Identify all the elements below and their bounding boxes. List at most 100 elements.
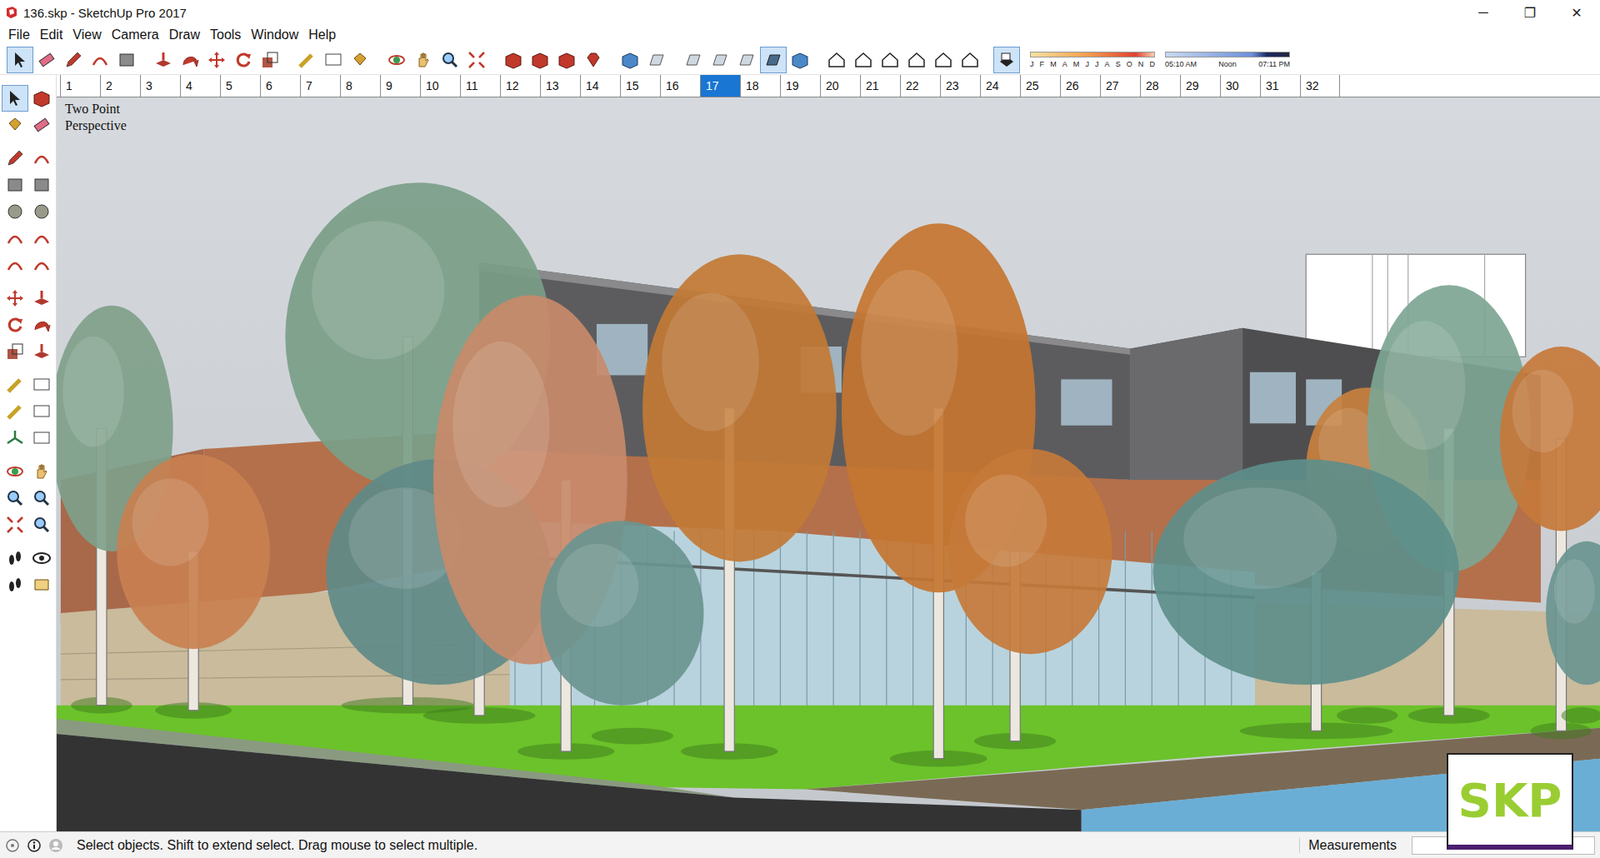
tool-button[interactable] xyxy=(1,285,29,312)
tool-button[interactable] xyxy=(113,46,140,74)
tool-button[interactable] xyxy=(230,46,257,74)
tool-button[interactable] xyxy=(293,46,320,74)
scene-tab[interactable]: 26 xyxy=(1060,75,1100,97)
scene-tab[interactable]: 7 xyxy=(300,75,340,97)
tool-button[interactable] xyxy=(760,46,787,74)
scene-tab[interactable]: 29 xyxy=(1180,75,1220,97)
tool-button[interactable] xyxy=(1,545,29,572)
scene-tab[interactable]: 14 xyxy=(580,75,620,97)
window-control[interactable]: ❐ xyxy=(1506,0,1554,25)
tool-button[interactable] xyxy=(733,46,760,74)
user-icon[interactable] xyxy=(48,838,64,854)
tool-button[interactable] xyxy=(643,46,670,74)
tool-button[interactable] xyxy=(86,46,114,74)
tool-button[interactable] xyxy=(28,145,55,172)
tool-button[interactable] xyxy=(956,46,984,74)
tool-button[interactable] xyxy=(993,46,1020,74)
tool-button[interactable] xyxy=(28,398,55,425)
tool-button[interactable] xyxy=(28,285,55,312)
scene-tab[interactable]: 21 xyxy=(860,75,900,97)
date-slider[interactable]: JFMAMJJASOND xyxy=(1030,51,1155,69)
scene-tab[interactable]: 11 xyxy=(460,75,500,97)
tool-button[interactable] xyxy=(28,251,55,279)
scene-tab[interactable]: 25 xyxy=(1020,75,1060,97)
scene-tab[interactable]: 30 xyxy=(1220,75,1260,97)
tool-button[interactable] xyxy=(706,46,734,74)
tool-button[interactable] xyxy=(903,46,930,74)
tool-button[interactable] xyxy=(1,338,29,365)
model-render[interactable] xyxy=(56,97,1600,832)
window-control[interactable]: ─ xyxy=(1460,0,1507,25)
scene-tab[interactable]: 13 xyxy=(540,75,580,97)
scene-tab[interactable]: 24 xyxy=(980,75,1020,97)
scene-tab[interactable]: 32 xyxy=(1300,75,1340,97)
tool-button[interactable] xyxy=(463,46,490,74)
scene-tab[interactable]: 4 xyxy=(180,75,220,97)
scene-tab[interactable]: 8 xyxy=(340,75,380,97)
tool-button[interactable] xyxy=(876,46,904,74)
tool-button[interactable] xyxy=(28,198,55,225)
tool-button[interactable] xyxy=(28,545,55,572)
tool-button[interactable] xyxy=(1,425,29,452)
menu-item[interactable]: Help xyxy=(303,25,341,45)
tool-button[interactable] xyxy=(1,571,29,599)
menu-item[interactable]: View xyxy=(67,25,106,45)
menu-item[interactable]: Draw xyxy=(164,25,205,45)
tool-button[interactable] xyxy=(28,425,55,452)
tool-button[interactable] xyxy=(1,225,29,252)
tool-button[interactable] xyxy=(176,46,204,74)
tool-button[interactable] xyxy=(150,46,177,74)
scene-tab[interactable]: 9 xyxy=(380,75,420,97)
scene-tab[interactable]: 1 xyxy=(60,75,100,97)
window-control[interactable]: ✕ xyxy=(1553,0,1600,25)
tool-button[interactable] xyxy=(1,198,29,225)
scene-tab[interactable]: 22 xyxy=(900,75,940,97)
tool-button[interactable] xyxy=(1,458,29,485)
tool-button[interactable] xyxy=(28,225,55,252)
scene-tab[interactable]: 31 xyxy=(1260,75,1300,97)
tool-button[interactable] xyxy=(28,338,55,365)
scene-tab[interactable]: 20 xyxy=(820,75,860,97)
viewport[interactable]: Two PointPerspective xyxy=(56,96,1600,832)
info-icon[interactable] xyxy=(26,838,42,854)
tool-button[interactable] xyxy=(786,46,814,74)
tool-button[interactable] xyxy=(60,46,87,74)
tool-button[interactable] xyxy=(410,46,437,74)
tool-button[interactable] xyxy=(1,85,29,112)
scene-tab[interactable]: 6 xyxy=(260,75,300,97)
tool-button[interactable] xyxy=(823,46,850,74)
tool-button[interactable] xyxy=(850,46,877,74)
tool-button[interactable] xyxy=(930,46,957,74)
time-slider[interactable]: 05:10 AMNoon07:11 PM xyxy=(1165,51,1290,69)
tool-button[interactable] xyxy=(500,46,527,74)
date-track[interactable] xyxy=(1030,51,1155,58)
scene-tab[interactable]: 16 xyxy=(660,75,700,97)
time-track[interactable] xyxy=(1165,51,1290,58)
geo-location-icon[interactable] xyxy=(5,838,20,854)
tool-button[interactable] xyxy=(1,371,29,399)
scene-tab[interactable]: 27 xyxy=(1100,75,1140,97)
menu-item[interactable]: Window xyxy=(245,25,304,45)
scene-tab[interactable]: 17 xyxy=(700,75,740,97)
tool-button[interactable] xyxy=(28,511,55,539)
tool-button[interactable] xyxy=(28,311,55,339)
scene-tab[interactable]: 15 xyxy=(620,75,660,97)
scene-tab[interactable]: 18 xyxy=(740,75,780,97)
tool-button[interactable] xyxy=(28,458,55,485)
tool-button[interactable] xyxy=(1,171,29,199)
tool-button[interactable] xyxy=(1,311,29,339)
tool-button[interactable] xyxy=(203,46,230,74)
scene-tab[interactable]: 2 xyxy=(100,75,140,97)
menu-item[interactable]: File xyxy=(3,25,35,45)
tool-button[interactable] xyxy=(33,46,60,74)
tool-button[interactable] xyxy=(1,251,29,279)
tool-button[interactable] xyxy=(616,46,644,74)
tool-button[interactable] xyxy=(436,46,464,74)
menu-item[interactable]: Tools xyxy=(205,25,246,45)
tool-button[interactable] xyxy=(28,571,55,599)
tool-button[interactable] xyxy=(28,171,55,199)
tool-button[interactable] xyxy=(526,46,554,74)
tool-button[interactable] xyxy=(1,145,29,172)
tool-button[interactable] xyxy=(256,46,284,74)
tool-button[interactable] xyxy=(6,46,34,74)
